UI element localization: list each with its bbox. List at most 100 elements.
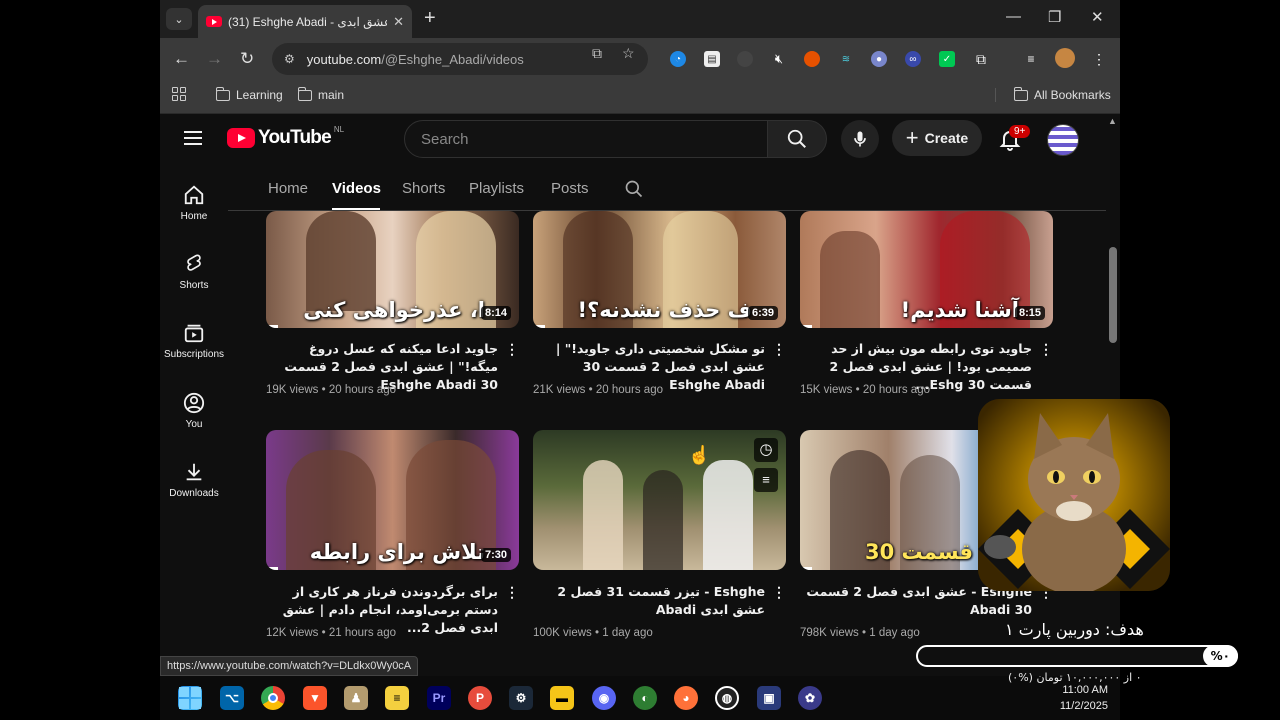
video-card[interactable]: ف حذف نشدنه؟! 6:39 تو مشکل شخصیتی داری ج… bbox=[533, 211, 786, 396]
extension-1-icon[interactable]: ◔ bbox=[670, 51, 686, 67]
video-more-icon[interactable]: ⋮ bbox=[505, 342, 519, 356]
search-input[interactable]: Search bbox=[404, 120, 768, 158]
watch-progress bbox=[266, 567, 278, 570]
tab-posts[interactable]: Posts bbox=[551, 180, 589, 197]
bookmark-main[interactable]: main bbox=[297, 86, 345, 102]
video-card[interactable]: ا، عذرخواهی کنی 8:14 جاوید ادعا میکنه که… bbox=[266, 211, 519, 396]
back-button[interactable]: ← bbox=[173, 49, 190, 69]
donation-goal-bar: %۰ bbox=[916, 645, 1238, 667]
sidebar-item-downloads[interactable]: Downloads bbox=[164, 461, 224, 499]
vscode-icon[interactable]: ⌥ bbox=[220, 686, 244, 710]
sidebar-item-shorts[interactable]: Shorts bbox=[164, 253, 224, 291]
create-button[interactable]: + Create bbox=[892, 120, 982, 156]
extension-6-icon[interactable]: ≋ bbox=[838, 51, 854, 67]
video-thumbnail[interactable]: ◷ ≡ ☝ bbox=[533, 430, 786, 570]
scrollbar-thumb[interactable] bbox=[1109, 247, 1117, 343]
sidebar-label: Home bbox=[180, 211, 208, 222]
bookmark-label: main bbox=[318, 88, 345, 102]
apps-grid-icon[interactable] bbox=[172, 87, 186, 101]
tab-home[interactable]: Home bbox=[268, 180, 308, 197]
title-bar: ⌄ (31) Eshghe Abadi - عشق ابدی ✕ + — ❐ ✕ bbox=[160, 0, 1120, 38]
video-title[interactable]: Eshghe - تیزر قسمت 31 فصل 2 عشق ابدی Aba… bbox=[533, 583, 765, 619]
extension-9-icon[interactable]: ✓ bbox=[939, 51, 955, 67]
video-more-icon[interactable]: ⋮ bbox=[1039, 342, 1053, 356]
video-duration: 8:14 bbox=[480, 306, 511, 320]
media-control-icon[interactable]: ≡ bbox=[1023, 51, 1039, 67]
brave-icon[interactable]: ▼ bbox=[303, 686, 327, 710]
video-more-icon[interactable]: ⋮ bbox=[505, 585, 519, 599]
tab-videos[interactable]: Videos bbox=[332, 180, 381, 197]
new-tab-button[interactable]: + bbox=[424, 8, 436, 28]
video-meta: 100K views • 1 day ago bbox=[533, 627, 653, 639]
account-avatar[interactable] bbox=[1047, 124, 1079, 156]
video-thumbnail[interactable]: ا، عذرخواهی کنی 8:14 bbox=[266, 211, 519, 328]
app-icon-15[interactable]: ▣ bbox=[757, 686, 781, 710]
bookmark-star-icon[interactable]: ☆ bbox=[622, 45, 635, 62]
firefox-icon[interactable]: ◕ bbox=[674, 686, 698, 710]
app-icon-6[interactable]: ≡ bbox=[385, 686, 409, 710]
tab-playlists[interactable]: Playlists bbox=[469, 180, 524, 197]
video-card[interactable]: تلاش برای رابطه 7:30 برای برگردوندن فرنا… bbox=[266, 430, 519, 639]
browser-menu-icon[interactable]: ⋮ bbox=[1091, 51, 1107, 67]
taskbar: ⌥ ▼ ♟ ≡ Pr P ⚙ ▬ ◉ ◐ ◕ ◍ ▣ ✿ 11:00 AM 11… bbox=[160, 676, 1120, 720]
browser-tab[interactable]: (31) Eshghe Abadi - عشق ابدی ✕ bbox=[198, 5, 412, 38]
obs-icon[interactable]: ◍ bbox=[715, 686, 739, 710]
channel-search-icon[interactable] bbox=[624, 179, 644, 199]
sidebar-item-subscriptions[interactable]: Subscriptions bbox=[164, 322, 224, 360]
steam-icon[interactable]: ⚙ bbox=[509, 686, 533, 710]
sidebar-item-you[interactable]: You bbox=[164, 392, 224, 430]
forward-button[interactable]: → bbox=[206, 49, 223, 69]
premiere-icon[interactable]: Pr bbox=[427, 686, 451, 710]
video-thumbnail[interactable]: تلاش برای رابطه 7:30 bbox=[266, 430, 519, 570]
discord-icon[interactable]: ◉ bbox=[592, 686, 616, 710]
file-explorer-icon[interactable]: ▬ bbox=[550, 686, 574, 710]
close-tab-icon[interactable]: ✕ bbox=[393, 14, 404, 30]
watch-later-icon[interactable]: ◷ bbox=[754, 438, 778, 462]
tab-shorts[interactable]: Shorts bbox=[402, 180, 445, 197]
extension-3-icon[interactable] bbox=[737, 51, 753, 67]
video-thumbnail[interactable]: آشنا شدیم! 8:15 bbox=[800, 211, 1053, 328]
mute-icon[interactable]: 🔇︎ bbox=[771, 51, 787, 67]
voice-search-button[interactable] bbox=[841, 120, 879, 158]
chrome-icon[interactable] bbox=[261, 686, 285, 710]
app-icon-12[interactable]: ◐ bbox=[633, 686, 657, 710]
extension-5-icon[interactable] bbox=[804, 51, 820, 67]
extension-2-icon[interactable]: ▤ bbox=[704, 51, 720, 67]
menu-icon[interactable] bbox=[184, 131, 202, 145]
minimize-button[interactable]: — bbox=[1006, 8, 1021, 25]
thumbnail-caption: ف حذف نشدنه؟! bbox=[577, 298, 752, 322]
video-card[interactable]: آشنا شدیم! 8:15 جاوید توی رابطه مون بیش … bbox=[800, 211, 1053, 396]
close-window-button[interactable]: ✕ bbox=[1091, 8, 1104, 26]
app-icon-8[interactable]: P bbox=[468, 686, 492, 710]
video-thumbnail[interactable]: ف حذف نشدنه؟! 6:39 bbox=[533, 211, 786, 328]
app-icon-5[interactable]: ♟ bbox=[344, 686, 368, 710]
start-button[interactable] bbox=[178, 686, 202, 710]
search-button[interactable] bbox=[767, 120, 827, 158]
extension-7-icon[interactable]: ● bbox=[871, 51, 887, 67]
site-info-icon[interactable]: ⚙ bbox=[284, 52, 295, 66]
reload-button[interactable]: ↻ bbox=[240, 49, 254, 69]
system-clock[interactable]: 11:00 AM 11/2/2025 bbox=[1060, 682, 1108, 714]
youtube-logo[interactable]: YouTube NL bbox=[227, 125, 344, 149]
sidebar-label: Downloads bbox=[169, 488, 219, 499]
extensions-puzzle-icon[interactable]: ⧉ bbox=[973, 51, 989, 67]
subscriptions-icon bbox=[184, 324, 204, 343]
add-to-queue-icon[interactable]: ≡ bbox=[754, 468, 778, 492]
extension-8-icon[interactable]: ∞ bbox=[905, 51, 921, 67]
install-app-icon[interactable]: ⧉ bbox=[592, 45, 602, 62]
microphone-icon bbox=[854, 131, 866, 147]
mouse-cursor-icon: ☝ bbox=[688, 445, 711, 465]
app-icon-16[interactable]: ✿ bbox=[798, 686, 822, 710]
video-more-icon[interactable]: ⋮ bbox=[772, 585, 786, 599]
sidebar-item-home[interactable]: Home bbox=[164, 184, 224, 222]
restore-button[interactable]: ❐ bbox=[1048, 8, 1061, 26]
bookmark-learning[interactable]: Learning bbox=[215, 86, 283, 102]
tab-search-button[interactable]: ⌄ bbox=[166, 8, 192, 30]
video-age: 1 day ago bbox=[602, 627, 653, 639]
video-card[interactable]: ◷ ≡ ☝ Eshghe - تیزر قسمت 31 فصل 2 عشق اب… bbox=[533, 430, 786, 639]
profile-avatar[interactable] bbox=[1055, 48, 1075, 68]
scroll-up-arrow[interactable]: ▲ bbox=[1108, 116, 1117, 126]
video-more-icon[interactable]: ⋮ bbox=[772, 342, 786, 356]
thumbnail-caption: آشنا شدیم! bbox=[900, 298, 1019, 322]
all-bookmarks[interactable]: All Bookmarks bbox=[995, 86, 1111, 102]
